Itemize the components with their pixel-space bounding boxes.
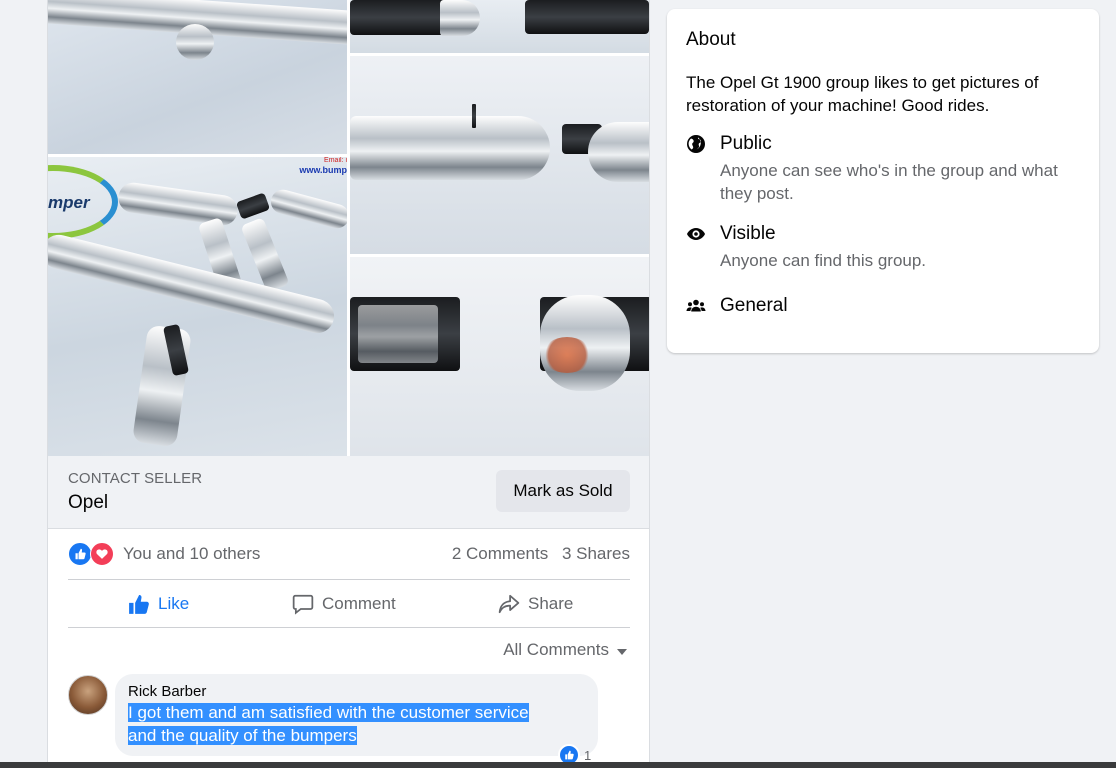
comment-text: I got them and am satisfied with the cus… [128,701,568,747]
photo-grid: mper Email: i www.bump [48,0,649,456]
comment-label: Comment [322,593,396,613]
about-item-desc: Anyone can find this group. [720,251,927,270]
comment-filter-label: All Comments [503,640,609,659]
about-item-title: Public [720,133,772,154]
watermark-web: www.bump [299,165,347,175]
about-item-desc: Anyone can see who's in the group and wh… [720,161,1058,203]
globe-icon [687,135,705,153]
comment-text-line-2: and the quality of the bumpers [128,726,357,745]
share-label: Share [528,593,574,613]
contact-seller-label: CONTACT SELLER [68,470,203,487]
watermark-email: Email: i [324,157,347,164]
comment-bubble-icon [292,594,314,615]
like-label: Like [158,593,190,613]
photo-overrider-closeup[interactable] [350,56,649,254]
comment-filter-dropdown[interactable]: All Comments [503,640,627,660]
seller-bar: CONTACT SELLER Opel Mark as Sold [48,456,649,529]
photo-rubber-ends[interactable] [350,257,649,456]
share-arrow-icon [498,594,520,613]
photo-bumper-top[interactable] [48,0,347,154]
shares-count[interactable]: 3 Shares [562,544,630,563]
watermark-logo-text: mper [48,193,90,212]
about-item-title: General [720,295,788,316]
eye-icon [687,228,705,240]
about-item-title: Visible [720,223,776,244]
like-button[interactable]: Like [128,580,189,627]
bottom-edge-strip [0,762,1116,768]
love-reaction-icon [90,542,114,566]
about-panel: About The Opel Gt 1900 group likes to ge… [667,9,1099,353]
marketplace-post: mper Email: i www.bump CONTACT SELLER Op… [47,0,650,768]
comment-reaction-count: 1 [584,747,592,763]
reaction-icons[interactable] [68,542,116,566]
about-title: About [686,29,736,50]
mark-as-sold-button[interactable]: Mark as Sold [496,470,630,512]
comment-button[interactable]: Comment [292,580,396,627]
thumbs-up-icon [129,594,149,614]
caret-down-icon [617,648,627,655]
comments-count[interactable]: 2 Comments [452,544,548,563]
post-actions: Like Comment Share [68,580,630,628]
reaction-summary-text[interactable]: You and 10 others [123,544,260,564]
avatar[interactable] [68,675,108,715]
like-reaction-icon [68,542,92,566]
people-icon [686,299,706,312]
photo-bumper-set[interactable]: mper Email: i www.bump [48,157,347,456]
comment-text-line-1: I got them and am satisfied with the cus… [128,703,529,722]
comment-bubble: Rick Barber I got them and am satisfied … [115,674,598,766]
seller-name[interactable]: Opel [68,492,108,514]
about-description: The Opel Gt 1900 group likes to get pict… [686,73,1039,115]
comment-author[interactable]: Rick Barber [128,683,206,700]
reactions-summary: You and 10 others 2 Comments 3 Shares [68,528,630,580]
photo-bumper-ends[interactable] [350,0,649,53]
engagement-counts: 2 Comments 3 Shares [452,544,630,564]
share-button[interactable]: Share [498,580,573,627]
